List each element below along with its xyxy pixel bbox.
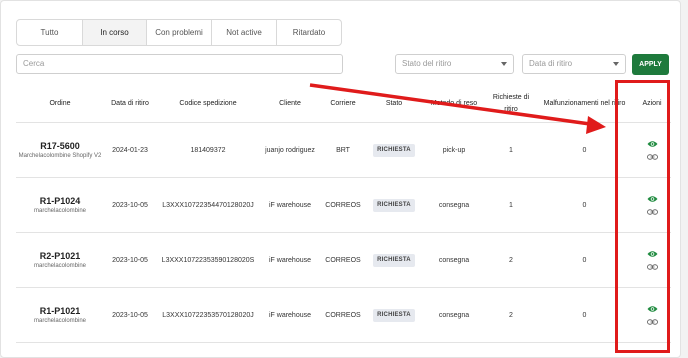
annotation-arrow	[309, 83, 606, 134]
